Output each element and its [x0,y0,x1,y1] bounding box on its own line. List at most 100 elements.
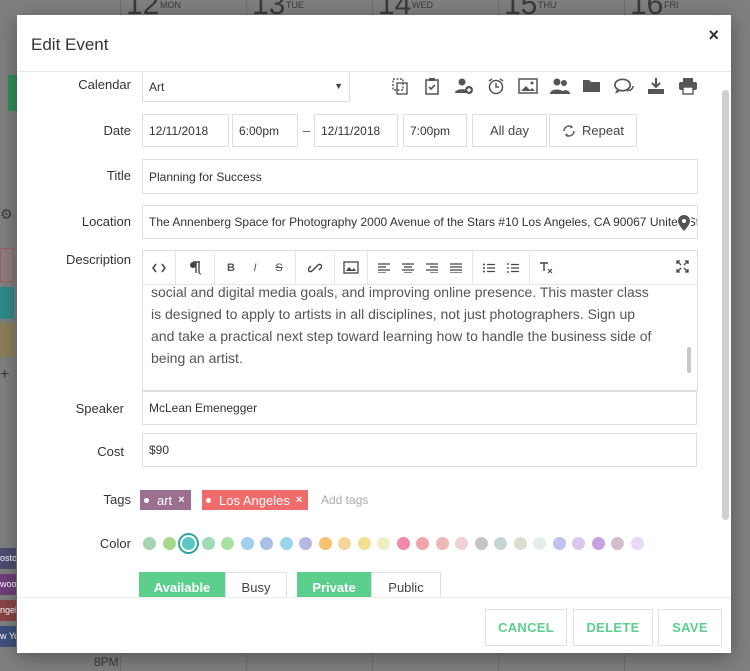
code-view-icon[interactable] [149,258,169,278]
color-swatch[interactable] [513,537,527,550]
day-name: WED [412,0,433,10]
color-swatch[interactable] [435,537,449,550]
bold-icon[interactable]: B [221,258,241,278]
editor-group-image [335,250,368,285]
clear-format-icon[interactable] [536,258,556,278]
color-swatch[interactable] [494,537,507,550]
italic-icon[interactable]: I [245,258,265,278]
repeat-button[interactable]: Repeat [549,114,637,147]
insert-image-icon[interactable] [341,258,361,278]
day-name: MON [160,0,181,10]
color-swatch[interactable] [182,537,195,550]
tag-dot [206,497,211,503]
alarm-icon[interactable] [485,76,506,96]
paragraph-icon[interactable] [182,258,208,278]
color-swatch[interactable] [201,537,215,550]
start-date-field[interactable]: 12/11/2018 [142,114,229,147]
align-right-icon[interactable] [422,258,442,278]
link-icon[interactable] [302,258,328,278]
time-label: 8PM [94,655,119,669]
scrollbar-thumb[interactable] [722,90,729,520]
busy-button[interactable]: Busy [225,572,287,597]
align-center-icon[interactable] [398,258,418,278]
download-icon[interactable] [645,76,666,96]
color-swatch[interactable] [240,537,254,550]
busy-label: Busy [241,579,271,595]
start-time-field[interactable]: 6:00pm [232,114,298,147]
close-icon[interactable]: × [708,25,719,46]
delete-button[interactable]: DELETE [573,609,653,646]
location-input[interactable]: The Annenberg Space for Photography 2000… [142,205,698,239]
repeat-label: Repeat [582,123,624,138]
image-icon[interactable] [517,76,538,96]
tag-los-angeles[interactable]: Los Angeles × [202,490,309,510]
end-time-field[interactable]: 7:00pm [403,114,467,147]
title-input[interactable]: Planning for Success [142,159,698,194]
strikethrough-icon[interactable]: S [269,258,289,278]
checklist-icon[interactable] [421,76,442,96]
end-time-value: 7:00pm [410,123,451,138]
remove-tag-icon[interactable]: × [178,494,184,506]
color-swatch[interactable] [416,537,429,550]
gear-icon: ⚙ [0,206,13,222]
editor-scrollbar[interactable] [687,347,691,373]
fullscreen-icon[interactable] [676,260,689,278]
tag-art[interactable]: art × [140,490,191,510]
print-icon[interactable] [677,76,698,96]
title-label: Title [106,168,131,183]
align-left-icon[interactable] [374,258,394,278]
add-attendee-icon[interactable] [453,76,474,96]
color-palette [143,537,644,557]
color-swatch[interactable] [533,537,546,550]
folder-icon[interactable] [581,76,602,96]
align-justify-icon[interactable] [446,258,466,278]
sidebar-block [0,248,14,282]
numbered-list-icon[interactable] [503,258,523,278]
map-pin-icon[interactable] [677,214,691,232]
duplicate-icon[interactable] [389,76,410,96]
description-text[interactable]: social and digital media goals, and impr… [151,281,683,369]
calendar-select[interactable]: Art ▼ [142,72,350,102]
color-swatch[interactable] [455,537,468,550]
private-label: Private [312,579,356,595]
color-swatch[interactable] [474,537,488,550]
color-swatch[interactable] [221,537,234,550]
dialog-scrollbar[interactable] [722,90,729,520]
cancel-button[interactable]: CANCEL [485,609,567,646]
color-swatch[interactable] [279,537,293,550]
day-name: TUE [286,0,304,10]
private-button[interactable]: Private [297,572,371,597]
color-swatch[interactable] [611,537,624,550]
color-swatch[interactable] [318,537,332,550]
bullet-list-icon[interactable] [479,258,499,278]
editor-group-align [368,250,473,285]
color-swatch[interactable] [552,537,566,550]
color-swatch[interactable] [299,537,312,550]
event-chip-text: ngel [0,605,16,615]
available-label: Available [153,579,211,595]
public-button[interactable]: Public [371,572,441,597]
speaker-input[interactable]: McLean Emenegger [142,391,697,425]
calendar-selected-value: Art [149,79,165,94]
start-date-value: 12/11/2018 [149,123,209,138]
available-button[interactable]: Available [139,572,225,597]
all-day-button[interactable]: All day [472,114,547,147]
people-icon[interactable] [549,76,570,96]
color-swatch[interactable] [338,537,351,550]
color-swatch[interactable] [357,537,371,550]
remove-tag-icon[interactable]: × [296,494,302,506]
color-swatch[interactable] [630,537,644,550]
add-tags-input[interactable]: Add tags [321,493,368,507]
color-swatch[interactable] [260,537,273,550]
color-swatch[interactable] [591,537,605,550]
editor-group-code [143,250,176,285]
color-swatch[interactable] [377,537,390,550]
save-button[interactable]: SAVE [658,609,722,646]
color-swatch[interactable] [396,537,410,550]
color-swatch[interactable] [162,537,176,550]
color-swatch[interactable] [572,537,585,550]
cost-input[interactable]: $90 [142,433,697,467]
comments-icon[interactable] [613,76,634,96]
end-date-field[interactable]: 12/11/2018 [314,114,398,147]
color-swatch[interactable] [143,537,156,550]
